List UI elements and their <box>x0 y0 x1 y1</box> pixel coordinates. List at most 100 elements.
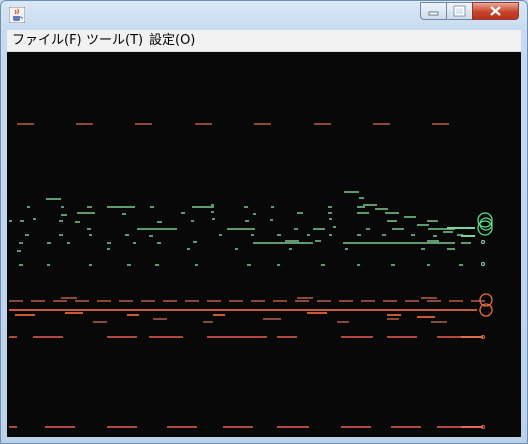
note-dash-green <box>67 242 70 244</box>
note-dash-green <box>307 234 310 236</box>
maximize-button[interactable] <box>446 2 473 20</box>
note-dash-green <box>27 206 30 208</box>
note-dash-green <box>385 212 399 214</box>
note-dash-green <box>187 248 190 250</box>
note-dash-green <box>297 212 303 214</box>
note-dash-green <box>192 206 214 208</box>
note-dash-orange <box>307 312 327 314</box>
note-dash-green <box>357 212 369 214</box>
note-dash-green <box>33 218 36 220</box>
note-dash-green <box>46 198 61 200</box>
note-dash-red <box>33 336 63 338</box>
note-dash-red-active <box>461 336 483 338</box>
note-dash-red <box>9 336 17 338</box>
note-dash-green <box>459 264 463 266</box>
note-dash-green <box>253 213 256 215</box>
menu-file[interactable]: ファイル(F) <box>12 32 82 49</box>
note-dash-orange <box>417 316 435 318</box>
note-dash-green <box>25 234 29 236</box>
note-dash-green <box>89 264 92 266</box>
note-dash-brown <box>93 321 107 323</box>
note-dash-green <box>328 206 332 208</box>
minimize-button[interactable] <box>420 2 447 20</box>
note-dash-orange <box>15 314 35 316</box>
piano-roll-canvas[interactable] <box>7 52 521 437</box>
note-dash-green <box>461 242 471 244</box>
note-dash-red <box>437 426 461 428</box>
app-window: ファイル(F) ツール(T) 設定(O) <box>0 0 528 444</box>
note-dash-brown <box>427 300 441 302</box>
java-coffee-cup-icon[interactable] <box>9 7 25 23</box>
note-dash-brown <box>449 300 463 302</box>
note-dash-green <box>277 264 280 266</box>
note-dash-green <box>47 242 51 244</box>
note-dash-brown <box>273 300 287 302</box>
note-dash-red <box>387 336 417 338</box>
note-dash-brown <box>471 300 485 302</box>
note-dash-green <box>411 234 415 236</box>
note-dash-green <box>247 264 251 266</box>
note-dash-green <box>313 228 325 230</box>
note-dash-green <box>235 248 238 250</box>
note-dash-red <box>277 426 309 428</box>
note-dash-red <box>167 426 197 428</box>
note-dash-green <box>333 226 336 228</box>
note-dash-green <box>61 214 67 216</box>
note-dash-green <box>271 206 274 208</box>
note-dash-green <box>427 264 430 266</box>
note-dash-green <box>75 221 80 223</box>
note-dash-brown <box>9 300 23 302</box>
note-dash-green <box>20 220 24 222</box>
note-dash-green <box>59 234 63 236</box>
title-bar[interactable] <box>1 1 527 29</box>
note-dash-brown <box>61 297 77 299</box>
note-dash-green <box>77 212 95 214</box>
note-dash-green <box>155 264 159 266</box>
close-button[interactable] <box>472 2 519 20</box>
note-dash-green <box>211 204 214 206</box>
note-dash-green <box>315 240 321 242</box>
note-dash-brown <box>153 318 167 320</box>
note-dash-brown <box>53 300 67 302</box>
note-dash-green <box>19 242 23 244</box>
note-dash-brown <box>387 318 399 320</box>
note-dash-red <box>437 336 461 338</box>
note-dash-brown <box>141 300 155 302</box>
note-dash-green-active <box>447 227 475 229</box>
note-dash-green <box>387 220 397 222</box>
note-dash-green <box>211 211 214 213</box>
menu-tool[interactable]: ツール(T) <box>86 32 143 49</box>
note-dash-orange <box>65 312 83 314</box>
note-dash-green-active <box>461 235 475 237</box>
note-dash-green <box>421 248 425 250</box>
note-dash-green <box>107 242 111 244</box>
menu-settings[interactable]: 設定(O) <box>149 32 195 49</box>
note-dash-green <box>9 220 12 222</box>
note-dash-green <box>212 218 215 220</box>
note-dash-green <box>149 235 153 237</box>
note-ring-green <box>481 240 485 244</box>
note-dash-green <box>219 234 222 236</box>
note-dash-green <box>157 242 161 244</box>
note-dash-green <box>392 228 404 230</box>
note-dash-green <box>357 206 365 208</box>
note-dash-red <box>149 336 183 338</box>
note-dash-brown <box>431 321 447 323</box>
note-dash-green <box>343 242 447 244</box>
close-icon <box>490 6 501 16</box>
menu-bar: ファイル(F) ツール(T) 設定(O) <box>7 30 521 52</box>
note-dash-brown <box>361 300 375 302</box>
note-dash-brown <box>295 300 309 302</box>
note-dash-red-active <box>461 426 483 428</box>
note-dash-green <box>59 220 63 222</box>
note-dash-brown <box>119 300 133 302</box>
note-dash-top <box>76 123 93 125</box>
note-dash-red <box>107 426 137 428</box>
note-dash-green <box>244 206 248 208</box>
note-dash-green <box>321 264 325 266</box>
note-dash-green <box>294 228 298 230</box>
note-dash-brown <box>421 297 437 299</box>
note-dash-brown <box>207 300 221 302</box>
note-dash-brown <box>163 300 177 302</box>
note-dash-green <box>427 220 438 222</box>
